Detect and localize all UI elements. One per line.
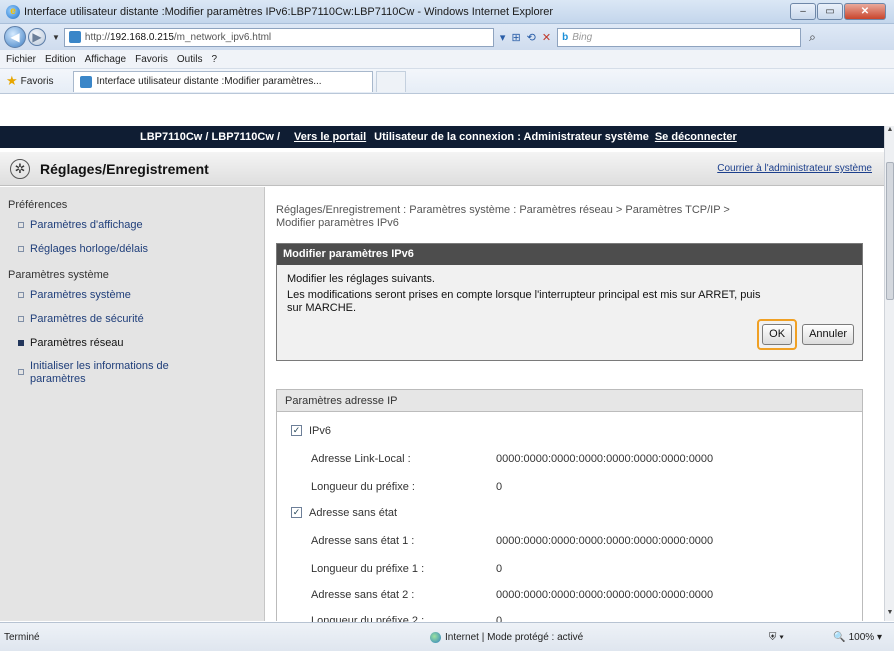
bing-logo-icon: b	[562, 31, 569, 43]
minimize-icon[interactable]: –	[790, 3, 816, 20]
maximize-icon[interactable]: ▭	[817, 3, 843, 20]
menu-bar: Fichier Edition Affichage Favoris Outils…	[0, 50, 894, 69]
menu-item[interactable]: Favoris	[135, 54, 168, 65]
bullet-icon	[18, 369, 24, 375]
bullet-icon	[18, 316, 24, 322]
sidebar-item-system[interactable]: Paramètres système	[0, 283, 264, 307]
window-titlebar: e Interface utilisateur distante :Modifi…	[0, 0, 894, 24]
login-user: Utilisateur de la connexion : Administra…	[374, 131, 649, 143]
tab-favicon-icon	[80, 75, 93, 88]
address-input[interactable]: http://192.168.0.215/m_network_ipv6.html	[63, 27, 494, 47]
stateless-checkbox[interactable]: ✓	[291, 507, 302, 518]
bullet-icon	[18, 340, 24, 346]
search-icon[interactable]: ⌕	[809, 30, 816, 45]
section-title: Paramètres adresse IP	[277, 390, 862, 412]
sidebar-item-display[interactable]: Paramètres d'affichage	[0, 213, 264, 237]
bullet-icon	[18, 292, 24, 298]
portal-link[interactable]: Vers le portail	[294, 131, 366, 143]
ipv6-label: IPv6	[309, 425, 332, 437]
bullet-icon	[18, 246, 24, 252]
back-button[interactable]: ◀	[4, 26, 26, 48]
ie-logo-icon: e	[6, 4, 20, 19]
panel-message: Modifier les réglages suivants. Les modi…	[287, 273, 761, 314]
search-input[interactable]: b Bing	[557, 27, 802, 47]
menu-item[interactable]: ?	[211, 54, 217, 65]
favorites-button[interactable]: Favoris	[21, 76, 54, 87]
site-favicon-icon	[68, 31, 81, 43]
refresh-icon[interactable]: ⟲	[527, 31, 536, 44]
stop-icon[interactable]: ✕	[542, 31, 551, 44]
ipv6-checkbox[interactable]: ✓	[291, 425, 302, 436]
favorites-star-icon[interactable]: ★	[6, 73, 18, 89]
address-toolbar: ◀ ▶ ▼ http://192.168.0.215/m_network_ipv…	[0, 24, 894, 50]
address-dropdown-icon[interactable]: ▾	[500, 31, 506, 44]
menu-item[interactable]: Affichage	[85, 54, 127, 65]
device-bar: LBP7110Cw / LBP7110Cw / Vers le portail …	[0, 126, 884, 148]
cancel-button[interactable]: Annuler	[802, 324, 854, 345]
ok-button[interactable]: OK	[762, 324, 793, 345]
edit-panel: Modifier paramètres IPv6 Modifier les ré…	[276, 243, 863, 361]
scroll-thumb[interactable]	[886, 162, 894, 300]
window-controls: – ▭ ✕	[790, 3, 886, 20]
status-text: Terminé	[4, 631, 40, 643]
scroll-up-icon[interactable]: ▲	[885, 126, 894, 138]
main-content: Réglages/Enregistrement : Paramètres sys…	[266, 187, 884, 627]
zoom-control[interactable]: 🔍 100% ▾	[833, 632, 882, 643]
history-dropdown-icon[interactable]: ▼	[52, 33, 60, 42]
panel-title: Modifier paramètres IPv6	[277, 244, 862, 265]
app-header: ✲ Réglages/Enregistrement Courrier à l'a…	[0, 152, 884, 186]
logout-link[interactable]: Se déconnecter	[655, 131, 737, 143]
security-zone: Internet | Mode protégé : activé	[430, 631, 583, 643]
sidebar-item-security[interactable]: Paramètres de sécurité	[0, 307, 264, 331]
sidebar-group-system: Paramètres système	[8, 269, 109, 281]
settings-gear-icon: ✲	[10, 158, 30, 179]
menu-item[interactable]: Fichier	[6, 54, 36, 65]
sidebar-item-network[interactable]: Paramètres réseau	[0, 331, 264, 355]
contact-admin-link[interactable]: Courrier à l'administrateur système	[717, 163, 872, 174]
browser-tab[interactable]: Interface utilisateur distante :Modifier…	[73, 70, 374, 92]
stateless-label: Adresse sans état	[309, 507, 398, 519]
favorites-bar: ★ Favoris Interface utilisateur distante…	[0, 69, 894, 94]
scroll-down-icon[interactable]: ▼	[885, 609, 894, 621]
new-tab-button[interactable]	[376, 70, 407, 92]
globe-icon	[430, 631, 441, 643]
compatibility-icon[interactable]: ⊞	[511, 31, 520, 44]
device-name: LBP7110Cw / LBP7110Cw /	[140, 131, 281, 143]
close-icon[interactable]: ✕	[844, 3, 886, 20]
menu-item[interactable]: Outils	[177, 54, 203, 65]
security-icon[interactable]: ⛨ ▾	[769, 632, 784, 643]
page-title: Réglages/Enregistrement	[40, 160, 209, 177]
sidebar-item-reset[interactable]: Initialiser les informations de paramètre…	[0, 355, 264, 386]
page-scrollbar[interactable]: ▲ ▼	[884, 126, 894, 621]
bullet-icon	[18, 222, 24, 228]
sidebar: Préférences Paramètres d'affichage Régla…	[0, 187, 265, 621]
ok-highlight: OK	[757, 319, 798, 350]
sidebar-item-clock[interactable]: Réglages horloge/délais	[0, 237, 264, 261]
ip-settings-section: Paramètres adresse IP ✓ IPv6 Adresse Lin…	[276, 389, 863, 627]
forward-button[interactable]: ▶	[28, 28, 46, 46]
menu-item[interactable]: Edition	[45, 54, 76, 65]
status-bar: Terminé Internet | Mode protégé : activé…	[0, 622, 894, 651]
window-title: Interface utilisateur distante :Modifier…	[24, 5, 554, 18]
sidebar-group-preferences: Préférences	[8, 199, 68, 211]
breadcrumb: Réglages/Enregistrement : Paramètres sys…	[276, 204, 730, 229]
